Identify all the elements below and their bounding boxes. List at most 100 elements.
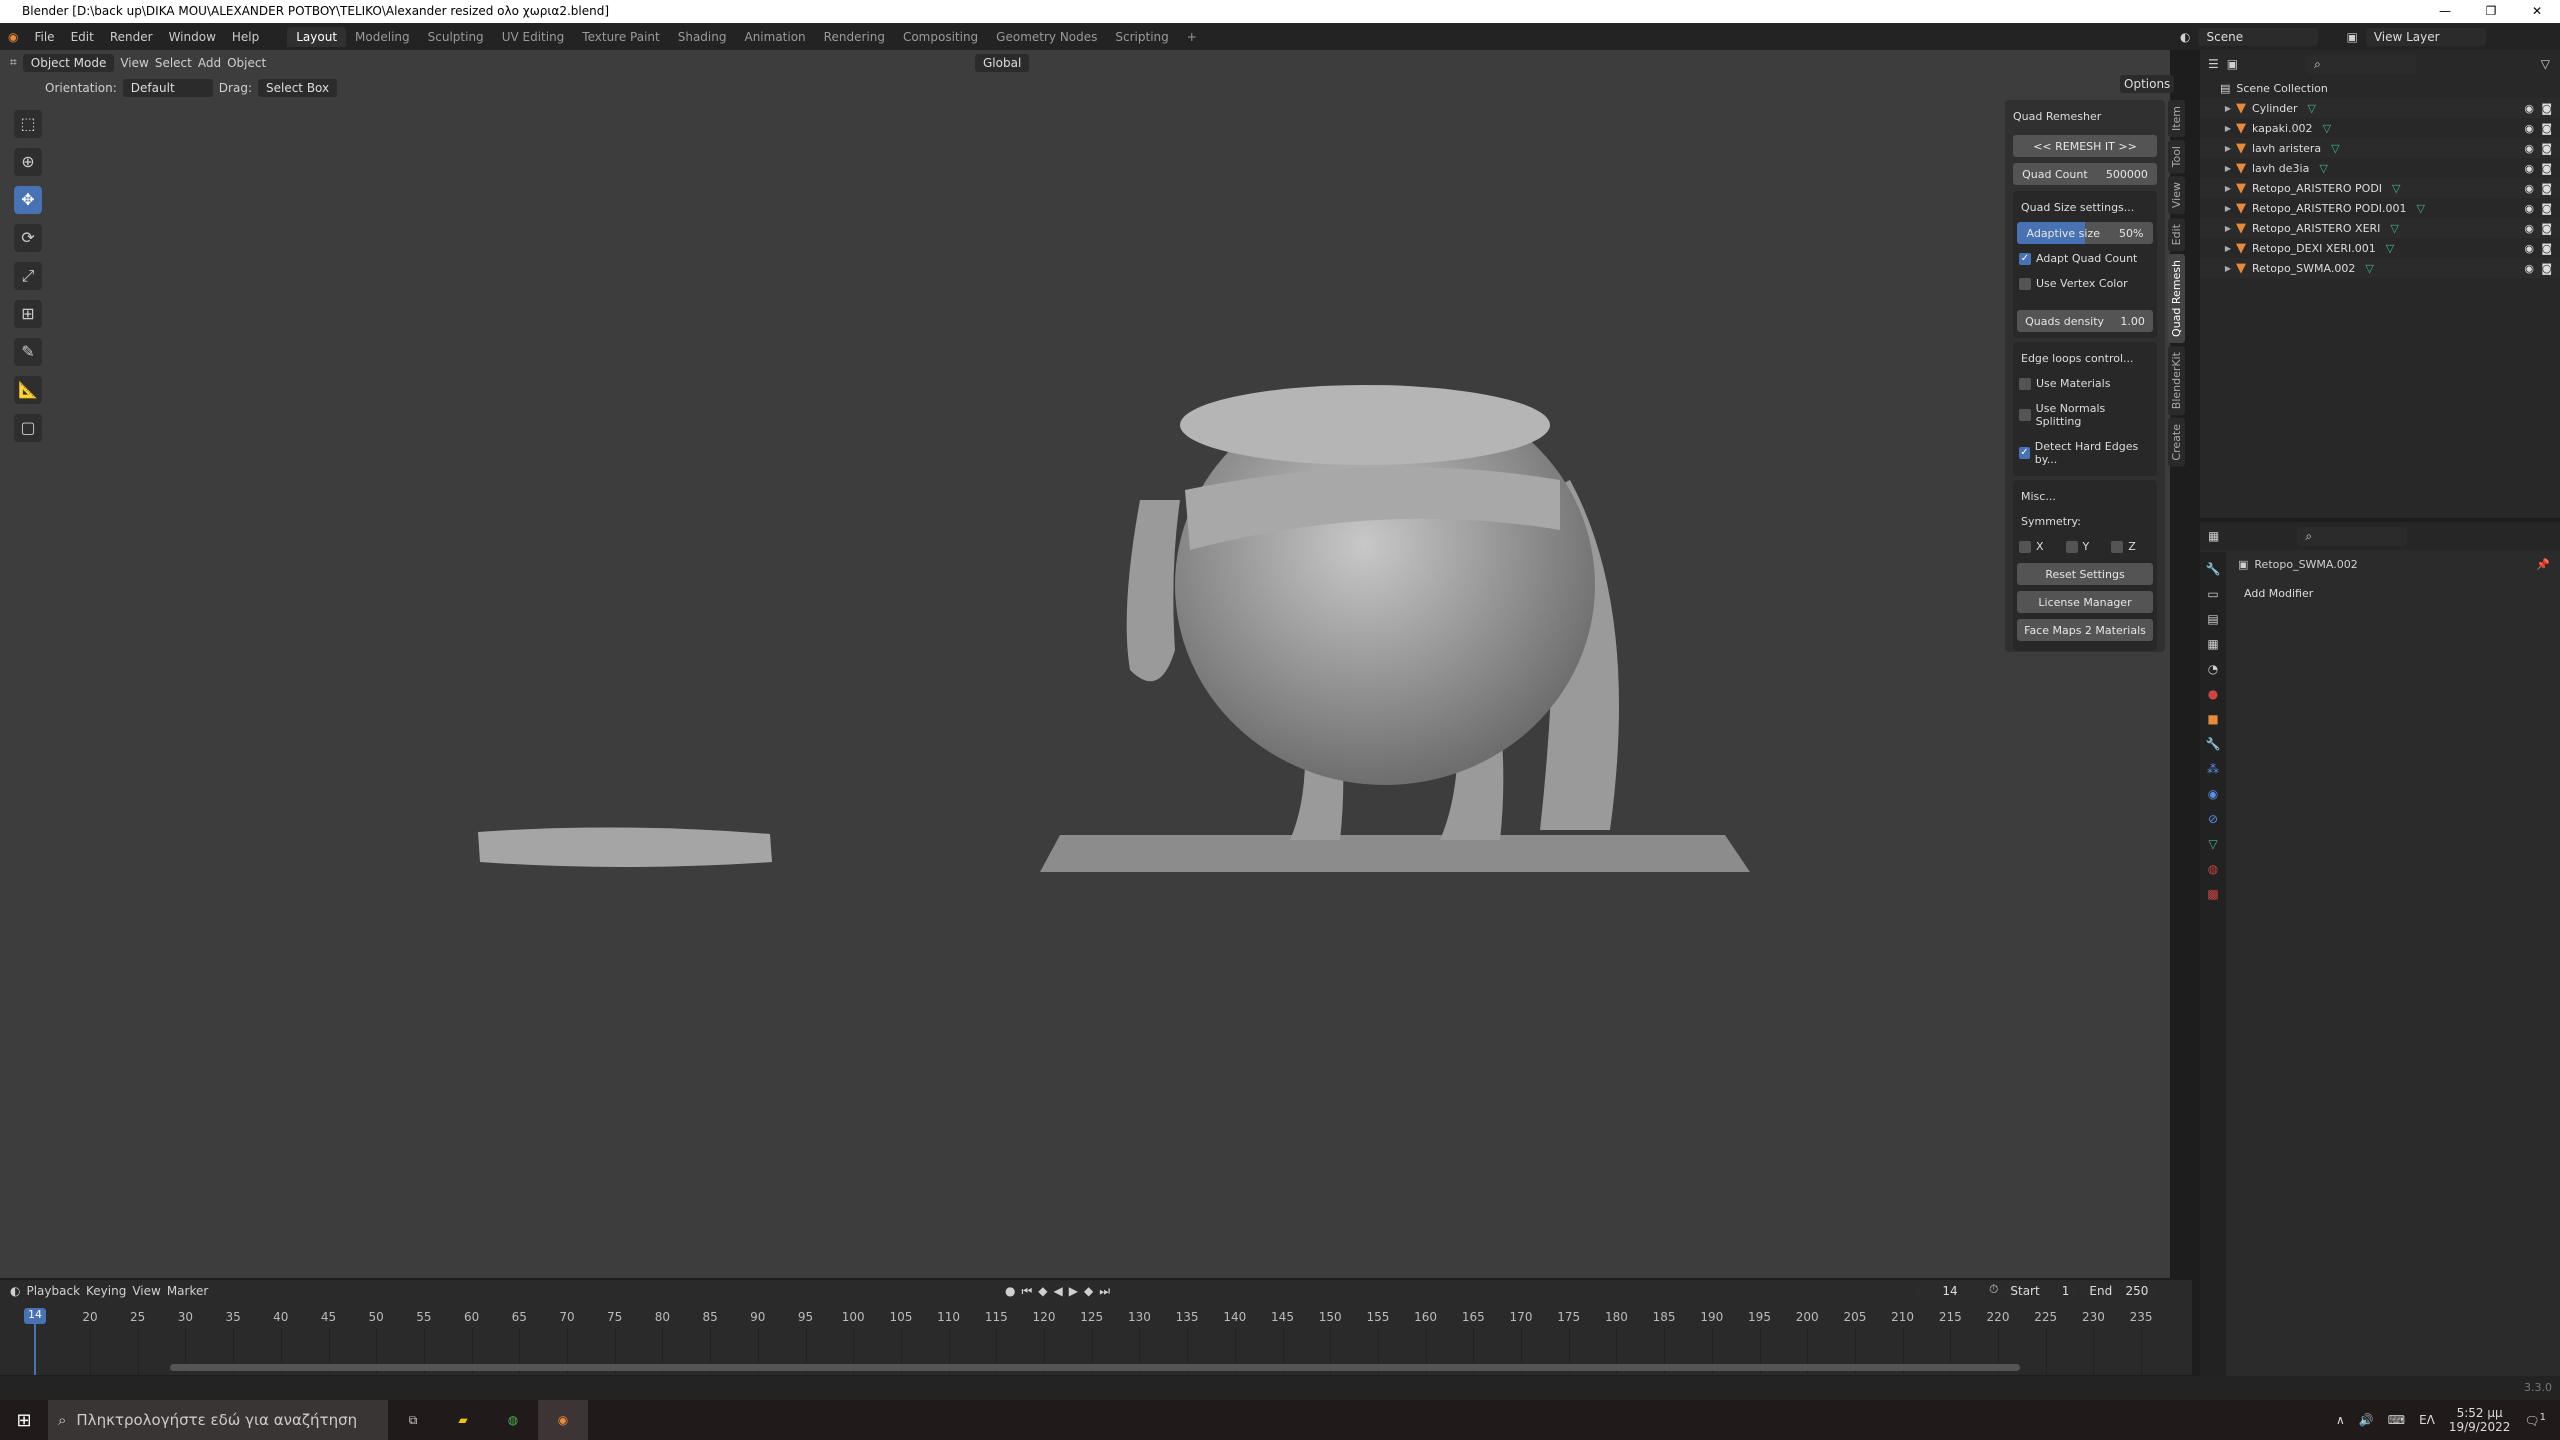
chrome-icon[interactable]: ◍ — [488, 1413, 538, 1427]
visibility-eye-icon[interactable]: ◉ — [2524, 102, 2534, 115]
visibility-eye-icon[interactable]: ◉ — [2524, 242, 2534, 255]
adapt-quad-count-checkbox[interactable]: ✓ Adapt Quad Count — [2017, 246, 2153, 271]
outliner-item[interactable]: ▶ ▼ Cylinder ▽ ◉ ◙ — [2200, 98, 2560, 118]
task-view-icon[interactable]: ⧉ — [388, 1413, 438, 1428]
constraints-tab-icon[interactable]: ⊘ — [2208, 812, 2218, 826]
use-vertex-color-checkbox[interactable]: Use Vertex Color — [2017, 271, 2153, 296]
mesh-data-icon[interactable]: ▽ — [2331, 142, 2339, 155]
properties-editor-icon[interactable]: ▦ — [2208, 529, 2219, 543]
edge-loops-label[interactable]: Edge loops control... — [2017, 346, 2153, 371]
blender-taskbar-icon[interactable]: ◉ — [538, 1400, 588, 1440]
visibility-eye-icon[interactable]: ◉ — [2524, 222, 2534, 235]
use-materials-checkbox[interactable]: Use Materials — [2017, 371, 2153, 396]
quad-size-label[interactable]: Quad Size settings... — [2017, 195, 2153, 220]
outliner-item[interactable]: ▶ ▼ Retopo_SWMA.002 ▽ ◉ ◙ — [2200, 258, 2560, 278]
notifications-icon[interactable]: 🗨1 — [2524, 1412, 2546, 1428]
render-camera-icon[interactable]: ◙ — [2541, 262, 2552, 275]
license-manager-button[interactable]: License Manager — [2017, 591, 2153, 613]
view-layer-selector[interactable]: View Layer — [2365, 27, 2486, 46]
tab-view[interactable]: View — [2168, 176, 2185, 215]
keyboard-icon[interactable]: ⌨ — [2388, 1413, 2405, 1427]
reset-settings-button[interactable]: Reset Settings — [2017, 563, 2153, 585]
tab-edit[interactable]: Edit — [2168, 217, 2185, 251]
timeline[interactable]: ◐ Playback Keying View Marker ● ⏮ ◆ ◀ ▶ … — [0, 1280, 2192, 1375]
language-indicator[interactable]: ΕΛ — [2419, 1413, 2435, 1427]
display-mode-icon[interactable]: ☰ — [2208, 57, 2219, 71]
render-camera-icon[interactable]: ◙ — [2541, 202, 2552, 215]
expand-icon[interactable]: ▶ — [2220, 264, 2236, 273]
tab-layout[interactable]: Layout — [287, 26, 347, 47]
visibility-eye-icon[interactable]: ◉ — [2524, 162, 2534, 175]
scene-selector[interactable]: Scene — [2198, 27, 2319, 46]
face-maps-button[interactable]: Face Maps 2 Materials — [2017, 619, 2153, 641]
physics-tab-icon[interactable]: ◉ — [2208, 787, 2218, 801]
visibility-eye-icon[interactable]: ◉ — [2524, 262, 2534, 275]
render-camera-icon[interactable]: ◙ — [2541, 102, 2552, 115]
menu-render[interactable]: Render — [102, 30, 161, 44]
tab-geometry-nodes[interactable]: Geometry Nodes — [987, 27, 1106, 47]
expand-icon[interactable]: ▶ — [2220, 184, 2236, 193]
3d-viewport[interactable]: ⌗ Object Mode View Select Add Object Glo… — [0, 50, 2175, 1278]
render-camera-icon[interactable]: ◙ — [2541, 182, 2552, 195]
texture-tab-icon[interactable]: ▩ — [2207, 887, 2218, 901]
mesh-data-icon[interactable]: ▽ — [2319, 162, 2327, 175]
file-explorer-icon[interactable]: ▰ — [438, 1413, 488, 1427]
close-button[interactable]: ✕ — [2514, 0, 2560, 23]
world-tab-icon[interactable]: ● — [2208, 687, 2218, 701]
outliner-item[interactable]: ▶ ▼ lavh aristera ▽ ◉ ◙ — [2200, 138, 2560, 158]
outliner-item[interactable]: ▶ ▼ Retopo_ARISTERO PODI ▽ ◉ ◙ — [2200, 178, 2560, 198]
maximize-button[interactable]: ❐ — [2468, 0, 2514, 23]
tab-shading[interactable]: Shading — [669, 27, 736, 47]
tab-modeling[interactable]: Modeling — [346, 27, 419, 47]
visibility-eye-icon[interactable]: ◉ — [2524, 122, 2534, 135]
detect-hard-edges-checkbox[interactable]: ✓ Detect Hard Edges by... — [2017, 434, 2153, 472]
quad-count-field[interactable]: Quad Count 500000 — [2013, 163, 2157, 185]
scene-collection[interactable]: ▤ Scene Collection — [2200, 78, 2560, 98]
tab-uv-editing[interactable]: UV Editing — [493, 27, 574, 47]
pin-icon[interactable]: 📌 — [2536, 558, 2550, 571]
tool-tab-icon[interactable]: 🔧 — [2206, 562, 2221, 576]
volume-icon[interactable]: 🔊 — [2359, 1413, 2374, 1427]
menu-help[interactable]: Help — [224, 30, 267, 44]
mesh-data-icon[interactable]: ▽ — [2365, 262, 2373, 275]
render-camera-icon[interactable]: ◙ — [2541, 242, 2552, 255]
misc-label[interactable]: Misc... — [2017, 484, 2153, 509]
add-workspace-button[interactable]: + — [1178, 27, 1206, 47]
tab-texture-paint[interactable]: Texture Paint — [573, 27, 668, 47]
mesh-data-icon[interactable]: ▽ — [2390, 222, 2398, 235]
expand-icon[interactable]: ▶ — [2220, 164, 2236, 173]
mesh-data-icon[interactable]: ▽ — [2323, 122, 2331, 135]
expand-icon[interactable]: ▶ — [2220, 104, 2236, 113]
tab-sculpting[interactable]: Sculpting — [419, 27, 493, 47]
blender-logo-icon[interactable]: ◉ — [0, 30, 26, 44]
view-layer-icon[interactable]: ▣ — [2346, 30, 2357, 44]
visibility-eye-icon[interactable]: ◉ — [2524, 182, 2534, 195]
object-tab-icon[interactable]: ■ — [2207, 712, 2218, 726]
modifier-tab-icon[interactable]: 🔧 — [2206, 737, 2221, 751]
expand-icon[interactable]: ▶ — [2220, 124, 2236, 133]
add-modifier-dropdown[interactable]: Add Modifier — [2236, 585, 2554, 602]
outliner-item[interactable]: ▶ ▼ Retopo_DEXI XERI.001 ▽ ◉ ◙ — [2200, 238, 2560, 258]
symmetry-y-checkbox[interactable]: Y — [2064, 534, 2092, 559]
windows-start-icon[interactable]: ⊞ — [0, 1410, 48, 1431]
outliner-item[interactable]: ▶ ▼ Retopo_ARISTERO XERI ▽ ◉ ◙ — [2200, 218, 2560, 238]
particles-tab-icon[interactable]: ⁂ — [2207, 762, 2219, 776]
menu-window[interactable]: Window — [161, 30, 224, 44]
render-camera-icon[interactable]: ◙ — [2541, 162, 2552, 175]
tab-blenderkit[interactable]: BlenderKit — [2168, 345, 2185, 415]
outliner-search-input[interactable]: ⌕ — [2306, 54, 2417, 74]
view-layer-tab-icon[interactable]: ▦ — [2207, 637, 2218, 651]
menu-file[interactable]: File — [26, 30, 62, 44]
minimize-button[interactable]: — — [2422, 0, 2468, 23]
tab-quad-remesh[interactable]: Quad Remesh — [2168, 253, 2185, 343]
playhead[interactable]: 14 — [24, 1308, 46, 1324]
expand-icon[interactable]: ▶ — [2220, 204, 2236, 213]
mesh-data-icon[interactable]: ▽ — [2417, 202, 2425, 215]
scene-icon[interactable]: ◐ — [2180, 30, 2190, 44]
use-normals-checkbox[interactable]: Use Normals Splitting — [2017, 396, 2153, 434]
tray-chevron-icon[interactable]: ∧ — [2336, 1413, 2345, 1427]
symmetry-x-checkbox[interactable]: X — [2017, 534, 2046, 559]
output-tab-icon[interactable]: ▤ — [2207, 612, 2218, 626]
expand-icon[interactable]: ▶ — [2220, 244, 2236, 253]
tab-compositing[interactable]: Compositing — [894, 27, 987, 47]
